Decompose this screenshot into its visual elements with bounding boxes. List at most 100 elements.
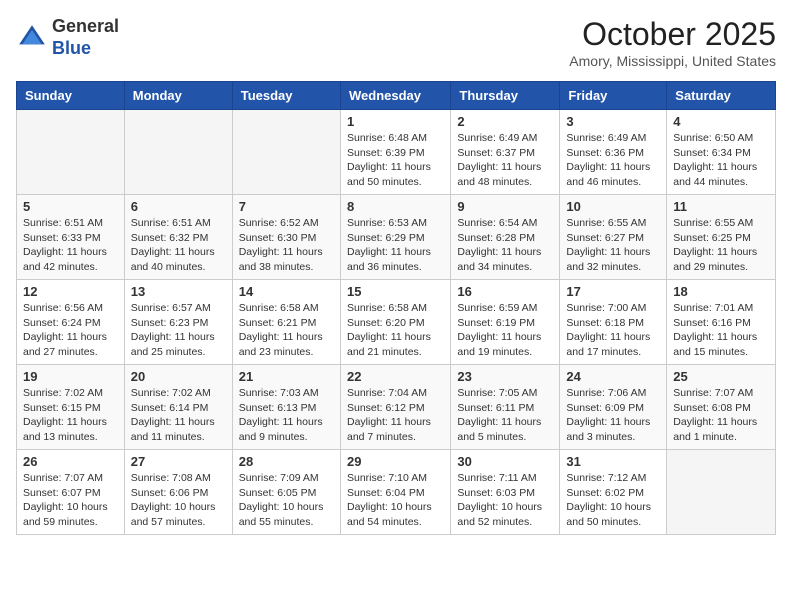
logo-text: General Blue — [52, 16, 119, 59]
day-info: Sunrise: 7:12 AM Sunset: 6:02 PM Dayligh… — [566, 471, 660, 530]
calendar: SundayMondayTuesdayWednesdayThursdayFrid… — [16, 81, 776, 535]
day-cell: 2 Sunrise: 6:49 AM Sunset: 6:37 PM Daylig… — [451, 110, 560, 195]
day-number: 2 — [457, 114, 553, 129]
day-number: 13 — [131, 284, 226, 299]
day-info: Sunrise: 7:03 AM Sunset: 6:13 PM Dayligh… — [239, 386, 334, 445]
weekday-wednesday: Wednesday — [340, 82, 450, 110]
day-cell: 3Sunrise: 6:49 AM Sunset: 6:36 PM Daylig… — [560, 110, 667, 195]
day-number: 16 — [457, 284, 553, 299]
day-info: Sunrise: 7:09 AM Sunset: 6:05 PM Dayligh… — [239, 471, 334, 530]
day-cell: 25 Sunrise: 7:07 AM Sunset: 6:08 PM Dayli… — [667, 365, 776, 450]
day-number: 12 — [23, 284, 118, 299]
day-cell: 22Sunrise: 7:04 AM Sunset: 6:12 PM Dayli… — [340, 365, 450, 450]
day-number: 28 — [239, 454, 334, 469]
day-cell: 4 Sunrise: 6:50 AM Sunset: 6:34 PM Daylig… — [667, 110, 776, 195]
day-number: 25 — [673, 369, 769, 384]
day-cell: 1 Sunrise: 6:48 AM Sunset: 6:39 PM Daylig… — [340, 110, 450, 195]
weekday-monday: Monday — [124, 82, 232, 110]
day-cell: 18Sunrise: 7:01 AM Sunset: 6:16 PM Dayli… — [667, 280, 776, 365]
day-info: Sunrise: 7:11 AM Sunset: 6:03 PM Dayligh… — [457, 471, 553, 530]
weekday-thursday: Thursday — [451, 82, 560, 110]
day-number: 15 — [347, 284, 444, 299]
day-cell — [17, 110, 125, 195]
day-info: Sunrise: 6:50 AM Sunset: 6:34 PM Dayligh… — [673, 131, 769, 190]
day-cell: 27 Sunrise: 7:08 AM Sunset: 6:06 PM Dayli… — [124, 450, 232, 535]
day-cell: 15 Sunrise: 6:58 AM Sunset: 6:20 PM Dayli… — [340, 280, 450, 365]
day-cell: 24 Sunrise: 7:06 AM Sunset: 6:09 PM Dayli… — [560, 365, 667, 450]
weekday-tuesday: Tuesday — [232, 82, 340, 110]
day-number: 14 — [239, 284, 334, 299]
day-info: Sunrise: 6:52 AM Sunset: 6:30 PM Dayligh… — [239, 216, 334, 275]
week-row-1: 1 Sunrise: 6:48 AM Sunset: 6:39 PM Daylig… — [17, 110, 776, 195]
day-cell: 6 Sunrise: 6:51 AM Sunset: 6:32 PM Daylig… — [124, 195, 232, 280]
day-cell: 7 Sunrise: 6:52 AM Sunset: 6:30 PM Daylig… — [232, 195, 340, 280]
week-row-4: 19 Sunrise: 7:02 AM Sunset: 6:15 PM Dayli… — [17, 365, 776, 450]
day-cell: 30 Sunrise: 7:11 AM Sunset: 6:03 PM Dayli… — [451, 450, 560, 535]
day-number: 22 — [347, 369, 444, 384]
day-number: 1 — [347, 114, 444, 129]
week-row-5: 26 Sunrise: 7:07 AM Sunset: 6:07 PM Dayli… — [17, 450, 776, 535]
day-cell: 5 Sunrise: 6:51 AM Sunset: 6:33 PM Daylig… — [17, 195, 125, 280]
day-info: Sunrise: 6:59 AM Sunset: 6:19 PM Dayligh… — [457, 301, 553, 360]
day-info: Sunrise: 7:02 AM Sunset: 6:14 PM Dayligh… — [131, 386, 226, 445]
day-info: Sunrise: 7:02 AM Sunset: 6:15 PM Dayligh… — [23, 386, 118, 445]
day-info: Sunrise: 7:01 AM Sunset: 6:16 PM Dayligh… — [673, 301, 769, 360]
day-info: Sunrise: 7:07 AM Sunset: 6:08 PM Dayligh… — [673, 386, 769, 445]
day-number: 7 — [239, 199, 334, 214]
day-cell: 31 Sunrise: 7:12 AM Sunset: 6:02 PM Dayli… — [560, 450, 667, 535]
weekday-header-row: SundayMondayTuesdayWednesdayThursdayFrid… — [17, 82, 776, 110]
weekday-saturday: Saturday — [667, 82, 776, 110]
day-info: Sunrise: 6:49 AM Sunset: 6:37 PM Dayligh… — [457, 131, 553, 190]
day-cell: 12 Sunrise: 6:56 AM Sunset: 6:24 PM Dayli… — [17, 280, 125, 365]
day-number: 10 — [566, 199, 660, 214]
day-number: 4 — [673, 114, 769, 129]
week-row-3: 12 Sunrise: 6:56 AM Sunset: 6:24 PM Dayli… — [17, 280, 776, 365]
month-title: October 2025 — [569, 16, 776, 53]
day-info: Sunrise: 7:06 AM Sunset: 6:09 PM Dayligh… — [566, 386, 660, 445]
day-number: 23 — [457, 369, 553, 384]
day-cell: 23 Sunrise: 7:05 AM Sunset: 6:11 PM Dayli… — [451, 365, 560, 450]
day-info: Sunrise: 6:48 AM Sunset: 6:39 PM Dayligh… — [347, 131, 444, 190]
weekday-sunday: Sunday — [17, 82, 125, 110]
week-row-2: 5 Sunrise: 6:51 AM Sunset: 6:33 PM Daylig… — [17, 195, 776, 280]
day-number: 6 — [131, 199, 226, 214]
day-cell: 13 Sunrise: 6:57 AM Sunset: 6:23 PM Dayli… — [124, 280, 232, 365]
day-number: 9 — [457, 199, 553, 214]
day-cell: 8Sunrise: 6:53 AM Sunset: 6:29 PM Daylig… — [340, 195, 450, 280]
day-info: Sunrise: 6:51 AM Sunset: 6:32 PM Dayligh… — [131, 216, 226, 275]
day-info: Sunrise: 6:55 AM Sunset: 6:25 PM Dayligh… — [673, 216, 769, 275]
day-info: Sunrise: 6:56 AM Sunset: 6:24 PM Dayligh… — [23, 301, 118, 360]
title-block: October 2025 Amory, Mississippi, United … — [569, 16, 776, 69]
day-cell: 20 Sunrise: 7:02 AM Sunset: 6:14 PM Dayli… — [124, 365, 232, 450]
day-number: 27 — [131, 454, 226, 469]
day-cell: 14 Sunrise: 6:58 AM Sunset: 6:21 PM Dayli… — [232, 280, 340, 365]
logo-icon — [16, 22, 48, 54]
day-number: 11 — [673, 199, 769, 214]
day-info: Sunrise: 6:51 AM Sunset: 6:33 PM Dayligh… — [23, 216, 118, 275]
day-cell: 19 Sunrise: 7:02 AM Sunset: 6:15 PM Dayli… — [17, 365, 125, 450]
day-number: 20 — [131, 369, 226, 384]
day-number: 31 — [566, 454, 660, 469]
day-info: Sunrise: 6:58 AM Sunset: 6:21 PM Dayligh… — [239, 301, 334, 360]
day-info: Sunrise: 7:05 AM Sunset: 6:11 PM Dayligh… — [457, 386, 553, 445]
day-cell: 11 Sunrise: 6:55 AM Sunset: 6:25 PM Dayli… — [667, 195, 776, 280]
day-info: Sunrise: 7:08 AM Sunset: 6:06 PM Dayligh… — [131, 471, 226, 530]
day-info: Sunrise: 6:57 AM Sunset: 6:23 PM Dayligh… — [131, 301, 226, 360]
day-info: Sunrise: 6:58 AM Sunset: 6:20 PM Dayligh… — [347, 301, 444, 360]
day-info: Sunrise: 7:10 AM Sunset: 6:04 PM Dayligh… — [347, 471, 444, 530]
page-header: General Blue October 2025 Amory, Mississ… — [16, 16, 776, 69]
day-number: 19 — [23, 369, 118, 384]
day-info: Sunrise: 7:07 AM Sunset: 6:07 PM Dayligh… — [23, 471, 118, 530]
day-cell: 26 Sunrise: 7:07 AM Sunset: 6:07 PM Dayli… — [17, 450, 125, 535]
day-number: 5 — [23, 199, 118, 214]
calendar-body: 1 Sunrise: 6:48 AM Sunset: 6:39 PM Daylig… — [17, 110, 776, 535]
day-cell — [124, 110, 232, 195]
day-info: Sunrise: 6:55 AM Sunset: 6:27 PM Dayligh… — [566, 216, 660, 275]
location: Amory, Mississippi, United States — [569, 53, 776, 69]
day-number: 26 — [23, 454, 118, 469]
day-cell: 17Sunrise: 7:00 AM Sunset: 6:18 PM Dayli… — [560, 280, 667, 365]
weekday-friday: Friday — [560, 82, 667, 110]
day-number: 24 — [566, 369, 660, 384]
day-number: 30 — [457, 454, 553, 469]
day-info: Sunrise: 7:00 AM Sunset: 6:18 PM Dayligh… — [566, 301, 660, 360]
